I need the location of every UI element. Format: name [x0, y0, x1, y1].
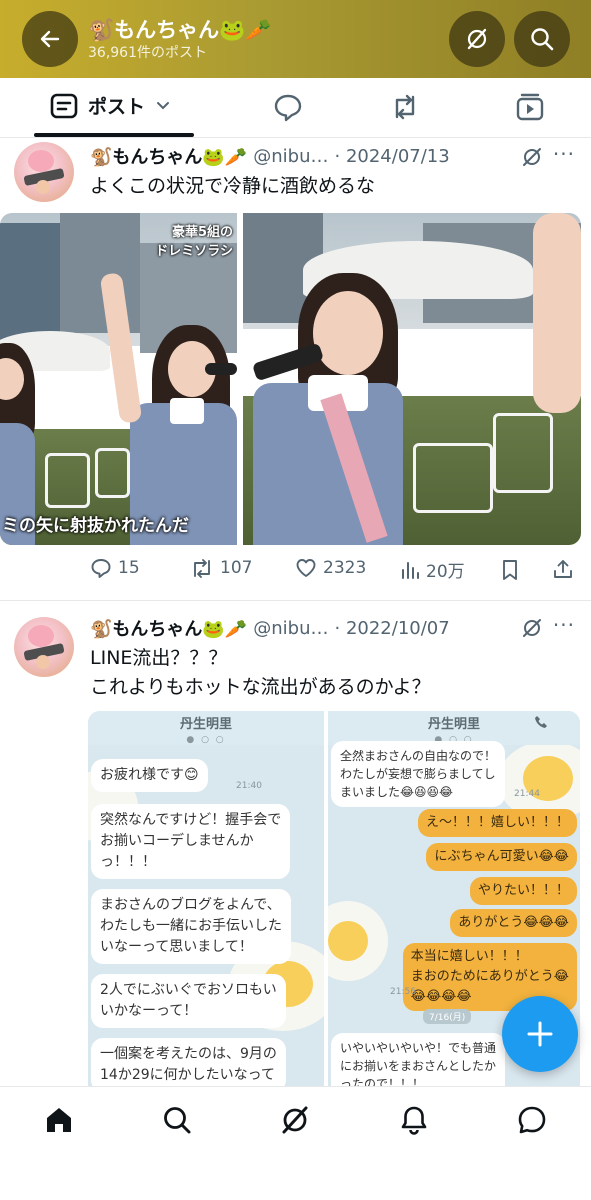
message-time: 21:40: [236, 781, 262, 791]
tweet-actions: 15 107 2323 20万: [90, 557, 580, 587]
chat-message: 2人でにぶいぐでおソロもい いかなーって！: [91, 974, 286, 1028]
chat-message: 突然なんですけど！握手会で お揃いコーデしませんか っ！！！: [91, 804, 291, 879]
nav-home[interactable]: [42, 1103, 76, 1137]
video-caption-bottom: ミの矢に射抜かれたんだ: [2, 516, 189, 536]
grok-icon[interactable]: [521, 146, 543, 168]
share-icon[interactable]: [552, 558, 574, 580]
phone-icon: [535, 716, 547, 728]
tweet[interactable]: 🐒もんちゃん🐸🥕 @nibu… · 2024/07/13 ··· よくこの状況で…: [0, 138, 591, 600]
media-photo[interactable]: 豪華5組の ドレミソラシ ミの矢に射抜かれたんだ: [0, 213, 237, 545]
notifications-icon: [401, 1106, 427, 1135]
chat-message: いやいやいやいや！でも普通 にお揃いをまおさんとしたか ったので！！！: [331, 1033, 506, 1086]
chat-message-sent: にぶちゃん可愛い😂😂: [426, 843, 577, 871]
post-date[interactable]: · 2022/10/07: [335, 618, 450, 639]
nav-messages[interactable]: [515, 1103, 549, 1137]
post-date[interactable]: · 2024/07/13: [335, 146, 450, 167]
search-icon: [531, 28, 554, 51]
nav-grok[interactable]: [278, 1103, 312, 1137]
more-options-button[interactable]: ···: [553, 613, 575, 637]
active-tab-indicator: [34, 133, 194, 137]
reply-button[interactable]: 15: [90, 557, 140, 579]
search-icon: [164, 1107, 191, 1134]
tweet-text: LINE流出？？？ これよりもホットな流出があるのかよ？: [90, 647, 431, 698]
chat-message-sent: え〜！！！嬉しい！！！: [417, 809, 577, 837]
post-list-icon: [50, 93, 78, 118]
video-caption-top: 豪華5組の ドレミソラシ: [155, 225, 233, 259]
reply-count: 15: [118, 558, 140, 578]
message-time: 21:44: [514, 789, 540, 799]
heart-icon: [296, 559, 316, 577]
tab-posts[interactable]: ポスト: [50, 92, 171, 119]
like-count: 2323: [323, 558, 367, 578]
bookmark-icon[interactable]: [500, 559, 520, 581]
grok-icon[interactable]: [521, 617, 543, 639]
post-count: 36,961件のポスト: [88, 45, 207, 61]
chat-message: まおさんのブログをよんで、 わたしも一緒にお手伝いした いなーって思いまして！: [91, 889, 291, 964]
back-button[interactable]: [22, 11, 78, 67]
tweet-header: 🐒もんちゃん🐸🥕 @nibu… · 2022/10/07: [90, 615, 450, 641]
reply-icon: [274, 94, 302, 122]
tab-posts-label: ポスト: [88, 96, 146, 118]
handle[interactable]: @nibu…: [253, 618, 328, 639]
bottom-navigation: [0, 1086, 591, 1200]
chat-message: 全然まおさんの自由なので！ わたしが妄想で膨らましてし まいました😂😆😆😂: [331, 741, 506, 807]
chat-message-sent: ありがとう😂😂😂: [450, 909, 577, 937]
tweet-media[interactable]: 豪華5組の ドレミソラシ ミの矢に射抜かれたんだ: [0, 213, 581, 545]
avatar[interactable]: [14, 142, 74, 202]
media-photo[interactable]: [243, 213, 581, 545]
header-title: 🐒もんちゃん🐸🥕: [88, 18, 272, 42]
avatar[interactable]: [14, 617, 74, 677]
tab-media[interactable]: [515, 92, 545, 122]
tab-reposts[interactable]: [390, 92, 420, 122]
chat-message: 一個案を考えたのは、9月の 14か29に何かしたいなって: [91, 1038, 286, 1086]
tweet-text: よくこの状況で冷静に酒飲めるな: [90, 175, 376, 197]
display-name[interactable]: 🐒もんちゃん🐸🥕: [90, 615, 247, 641]
back-arrow-icon: [40, 30, 60, 48]
views-icon: [402, 561, 419, 579]
message-time: 21:56: [390, 987, 416, 997]
tweet[interactable]: 🐒もんちゃん🐸🥕 @nibu… · 2022/10/07 ··· LINE流出？…: [0, 601, 591, 1086]
nav-search[interactable]: [160, 1103, 194, 1137]
tab-replies[interactable]: [273, 92, 303, 122]
profile-header: 🐒もんちゃん🐸🥕 36,961件のポスト: [0, 0, 591, 78]
view-count: 20万: [426, 562, 465, 582]
chat-screenshot[interactable]: 丹生明里 ● ○ ○ お疲れ様です😊 21:40 突然なんですけど！握手会で お…: [88, 711, 324, 1086]
reply-icon: [91, 559, 111, 578]
like-button[interactable]: 2323: [295, 557, 366, 579]
repost-icon: [194, 559, 210, 578]
chat-date-label: 7/16(月): [423, 1009, 472, 1024]
handle[interactable]: @nibu…: [253, 146, 328, 167]
video-icon: [516, 93, 544, 121]
nav-notifications[interactable]: [397, 1103, 431, 1137]
chat-message-sent: やりたい！！！: [469, 877, 577, 905]
grok-icon: [282, 1106, 308, 1134]
chevron-down-icon[interactable]: [155, 98, 171, 114]
views-button[interactable]: 20万: [400, 557, 465, 582]
more-options-button[interactable]: ···: [553, 142, 575, 166]
search-button[interactable]: [514, 11, 570, 67]
display-name[interactable]: 🐒もんちゃん🐸🥕: [90, 143, 247, 169]
tweet-header: 🐒もんちゃん🐸🥕 @nibu… · 2024/07/13: [90, 143, 450, 169]
profile-tabs: ポスト: [0, 78, 591, 138]
repost-count: 107: [220, 558, 253, 578]
messages-icon: [518, 1106, 546, 1134]
repost-icon: [395, 94, 415, 120]
grok-button[interactable]: [449, 11, 505, 67]
plus-icon: [527, 1021, 553, 1047]
repost-button[interactable]: 107: [190, 557, 252, 579]
compose-button[interactable]: [502, 996, 578, 1072]
home-icon: [47, 1108, 71, 1132]
grok-icon: [467, 28, 487, 50]
chat-message: お疲れ様です😊: [91, 759, 208, 792]
